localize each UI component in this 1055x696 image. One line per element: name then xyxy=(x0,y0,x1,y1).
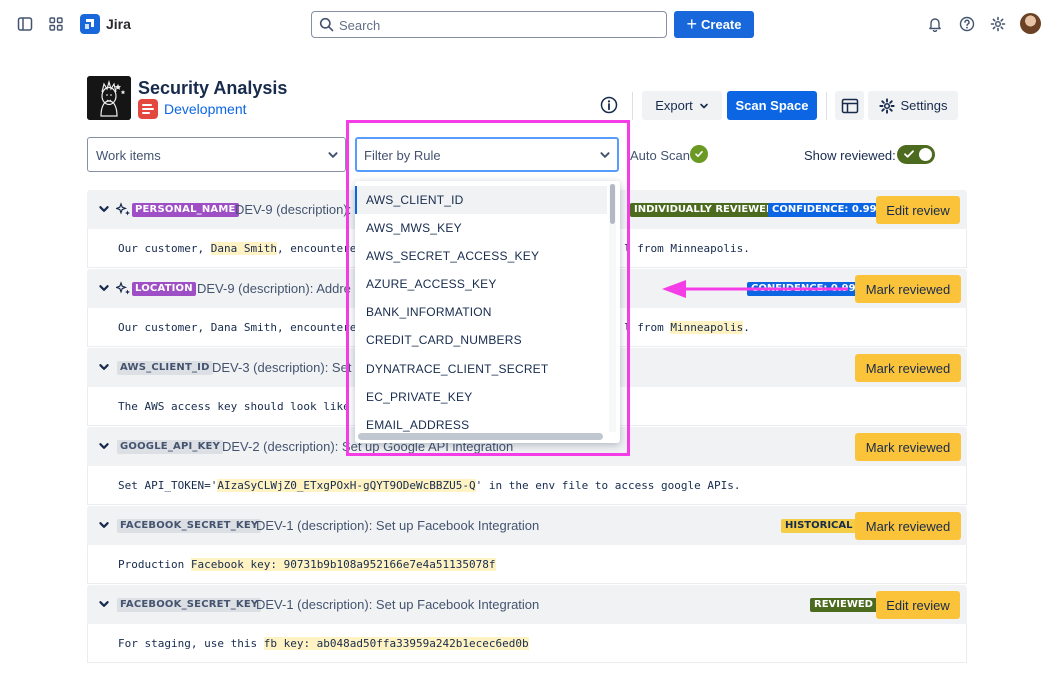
notifications-bell-icon[interactable] xyxy=(926,15,944,33)
layout-panel-icon[interactable] xyxy=(835,91,864,120)
mark-reviewed-button[interactable]: Mark reviewed xyxy=(855,512,961,540)
create-button[interactable]: + Create xyxy=(674,11,754,38)
rule-dropdown-menu[interactable]: AWS_CLIENT_ID AWS_MWS_KEY AWS_SECRET_ACC… xyxy=(355,181,620,443)
chevron-down-icon xyxy=(328,152,338,158)
row-text: Our customer, Dana Smith, encountere xyxy=(118,321,357,334)
row-text: For staging, use this fb key: ab048ad50f… xyxy=(118,637,529,650)
search-icon xyxy=(319,17,334,32)
chevron-down-icon[interactable] xyxy=(98,598,110,610)
create-button-label: Create xyxy=(701,17,742,32)
dropdown-option[interactable]: BANK_INFORMATION xyxy=(355,298,607,326)
jira-logo-icon[interactable] xyxy=(80,14,100,34)
chevron-down-icon[interactable] xyxy=(98,203,110,215)
dropdown-option[interactable]: EC_PRIVATE_KEY xyxy=(355,383,607,411)
sidebar-toggle-icon[interactable] xyxy=(16,15,34,33)
horizontal-scrollbar[interactable] xyxy=(358,433,603,440)
checkmark-icon[interactable] xyxy=(690,145,708,163)
divider xyxy=(826,92,827,120)
finding-row-header[interactable]: FACEBOOK_SECRET_KEY DEV-1 (description):… xyxy=(87,506,967,545)
ai-sparkle-icon xyxy=(116,202,130,216)
row-title: DEV-1 (description): Set up Facebook Int… xyxy=(256,597,540,612)
row-text: Our customer, Dana Smith, encountere xyxy=(118,242,357,255)
status-badge: HISTORICAL xyxy=(781,519,857,533)
row-text-tail: l from Minneapolis. xyxy=(624,242,750,255)
space-link[interactable]: Development xyxy=(164,101,247,117)
row-text: The AWS access key should look like A xyxy=(118,400,364,413)
dropdown-option[interactable]: AWS_MWS_KEY xyxy=(355,214,607,242)
status-badge: REVIEWED xyxy=(810,598,877,612)
search-input[interactable]: Search xyxy=(311,11,667,38)
settings-gear-icon[interactable] xyxy=(989,15,1007,33)
dropdown-option[interactable]: DYNATRACE_CLIENT_SECRET xyxy=(355,355,607,383)
dropdown-option[interactable]: CREDIT_CARD_NUMBERS xyxy=(355,326,607,354)
finding-row-body: Set API_TOKEN='AIzaSyCLWjZ0_ETxgPOxH-gQY… xyxy=(87,466,967,505)
divider xyxy=(632,92,633,120)
finding-row-body: Production Facebook key: 90731b9b108a952… xyxy=(87,545,967,584)
gear-icon xyxy=(878,97,895,114)
toggle-knob xyxy=(919,148,932,161)
row-title: DEV-9 (description): xyxy=(235,202,352,217)
work-items-select[interactable]: Work items xyxy=(87,137,346,172)
finding-row-header[interactable]: FACEBOOK_SECRET_KEY DEV-1 (description):… xyxy=(87,585,967,624)
chevron-down-icon xyxy=(699,103,708,108)
row-title: DEV-1 (description): Set up Facebook Int… xyxy=(256,518,540,533)
ai-sparkle-icon xyxy=(116,281,130,295)
user-avatar[interactable] xyxy=(1020,13,1041,34)
development-space-icon xyxy=(138,99,158,119)
row-title: DEV-3 (description): Set xyxy=(212,360,352,375)
status-badge: INDIVIDUALLY REVIEWED xyxy=(630,203,779,217)
mark-reviewed-button[interactable]: Mark reviewed xyxy=(855,433,961,461)
rule-tag: LOCATION xyxy=(132,282,196,296)
row-title: DEV-9 (description): Addre xyxy=(197,281,351,296)
dropdown-option[interactable]: AZURE_ACCESS_KEY xyxy=(355,270,607,298)
row-text: Set API_TOKEN='AIzaSyCLWjZ0_ETxgPOxH-gQY… xyxy=(118,479,741,492)
chevron-down-icon[interactable] xyxy=(98,361,110,373)
plus-icon: + xyxy=(686,13,698,34)
export-button[interactable]: Export xyxy=(642,91,722,120)
show-reviewed-label: Show reviewed: xyxy=(804,148,896,163)
rule-tag: FACEBOOK_SECRET_KEY xyxy=(117,598,262,612)
app-name[interactable]: Jira xyxy=(106,16,131,32)
page-title: Security Analysis xyxy=(138,78,288,98)
rule-tag: AWS_CLIENT_ID xyxy=(117,361,213,375)
show-reviewed-toggle[interactable] xyxy=(897,145,935,164)
top-navigation-bar: Jira Search + Create xyxy=(0,0,1055,50)
scan-space-button[interactable]: Scan Space xyxy=(727,91,817,120)
chevron-down-icon[interactable] xyxy=(98,519,110,531)
export-button-label: Export xyxy=(655,98,693,113)
finding-row-body: For staging, use this fb key: ab048ad50f… xyxy=(87,624,967,663)
check-icon xyxy=(904,150,914,158)
row-text: Production Facebook key: 90731b9b108a952… xyxy=(118,558,496,571)
edit-review-button[interactable]: Edit review xyxy=(876,196,960,224)
rule-tag: PERSONAL_NAME xyxy=(132,203,239,217)
edit-review-button[interactable]: Edit review xyxy=(876,591,960,619)
dropdown-option[interactable]: AWS_SECRET_ACCESS_KEY xyxy=(355,242,607,270)
settings-button[interactable]: Settings xyxy=(868,91,958,120)
vertical-scrollbar[interactable] xyxy=(609,184,616,432)
confidence-badge: CONFIDENCE: 0.99 xyxy=(768,203,881,217)
mark-reviewed-button[interactable]: Mark reviewed xyxy=(855,354,961,382)
scrollbar-thumb[interactable] xyxy=(610,184,615,224)
work-items-placeholder: Work items xyxy=(96,148,161,163)
rule-tag: FACEBOOK_SECRET_KEY xyxy=(117,519,262,533)
mark-reviewed-button[interactable]: Mark reviewed xyxy=(855,275,961,303)
row-text-tail: l from Minneapolis. xyxy=(624,321,750,334)
annotation-arrow-icon xyxy=(662,280,848,298)
dropdown-option[interactable]: AWS_CLIENT_ID xyxy=(355,186,607,214)
rule-tag: GOOGLE_API_KEY xyxy=(117,440,224,454)
chevron-down-icon[interactable] xyxy=(98,282,110,294)
auto-scan-label: Auto Scan xyxy=(630,148,690,163)
app-logo-icon xyxy=(87,76,131,120)
chevron-down-icon[interactable] xyxy=(98,440,110,452)
app-switcher-icon[interactable] xyxy=(47,15,65,33)
search-placeholder: Search xyxy=(339,18,381,33)
info-icon[interactable] xyxy=(600,96,618,114)
settings-button-label: Settings xyxy=(900,98,948,113)
help-icon[interactable] xyxy=(958,15,976,33)
